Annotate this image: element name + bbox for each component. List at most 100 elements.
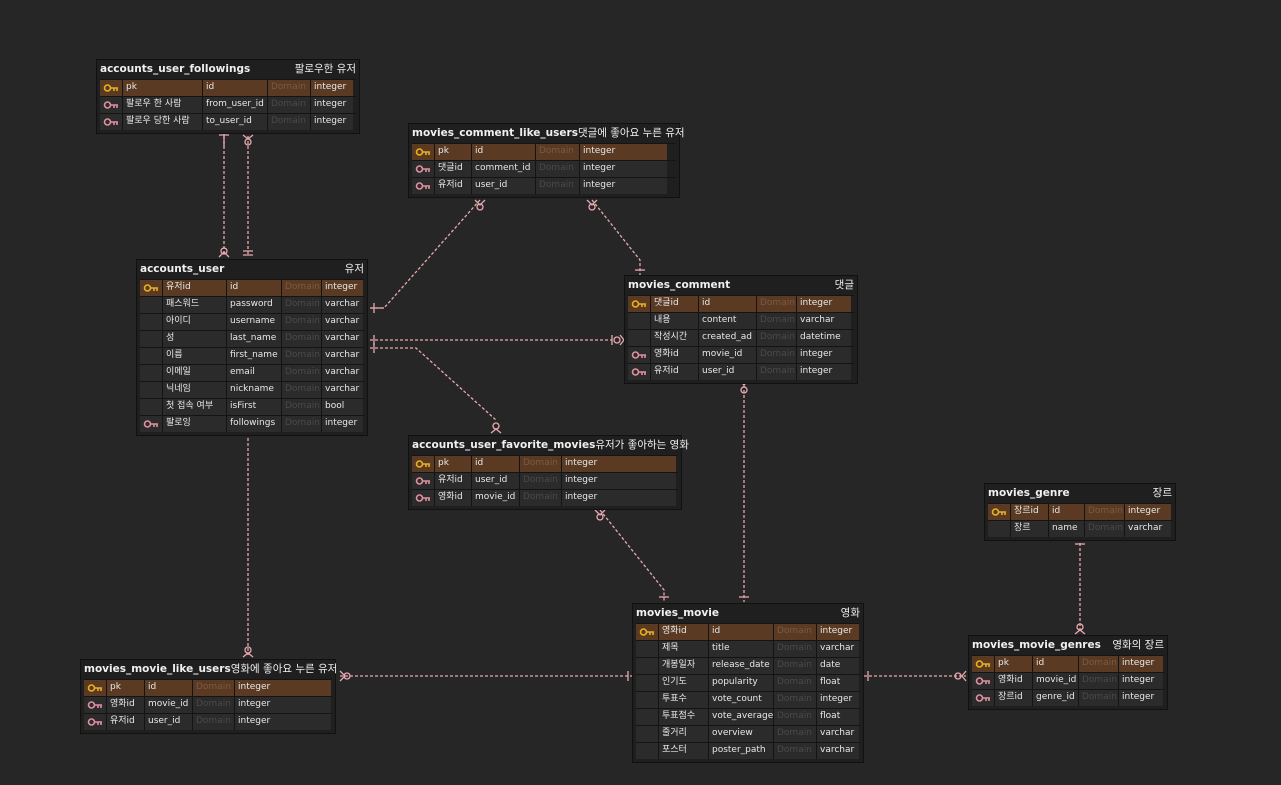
column-row[interactable]: 장르id id Domain integer [988, 503, 1172, 520]
column-row[interactable]: 이메일 email Domain varchar [140, 364, 364, 381]
table-accounts-user-followings[interactable]: accounts_user_followings 팔로우한 유저 pk id Domai… [97, 60, 359, 133]
column-row[interactable]: 영화id movie_id Domain integer [412, 489, 678, 506]
column-physical-name: user_id [471, 178, 535, 194]
column-logical-name: pk [106, 680, 144, 696]
column-row[interactable]: 투표점수 vote_average Domain float [636, 708, 860, 725]
column-row[interactable]: 투표수 vote_count Domain integer [636, 691, 860, 708]
foreign-key-icon [412, 490, 434, 506]
column-domain: Domain [773, 641, 816, 657]
column-row[interactable]: 영화id movie_id Domain integer [972, 672, 1164, 689]
table-header[interactable]: movies_movie_like_users 영화에 좋아요 누른 유저 [81, 660, 337, 677]
column-type: varchar [816, 743, 859, 759]
table-header[interactable]: movies_comment_like_users 댓글에 좋아요 누른 유저 [409, 124, 685, 141]
column-row[interactable]: pk id Domain integer [100, 79, 356, 96]
foreign-key-icon [140, 416, 162, 432]
column-type: integer [579, 178, 667, 194]
column-row[interactable]: 유저id user_id Domain integer [84, 713, 332, 730]
column-row[interactable]: 개봉일자 release_date Domain date [636, 657, 860, 674]
column-list: pk id Domain integer 영화id movie_id Domain integ… [969, 653, 1167, 709]
column-physical-name: id [1032, 656, 1078, 672]
foreign-key-icon [628, 347, 650, 363]
table-header[interactable]: movies_movie 영화 [633, 604, 863, 621]
column-row[interactable]: 아이디 username Domain varchar [140, 313, 364, 330]
column-row[interactable]: pk id Domain integer [412, 455, 678, 472]
column-type: integer [579, 144, 667, 160]
table-movies-movie[interactable]: movies_movie 영화영화id id Domain integer 제목 title… [633, 604, 863, 762]
column-row[interactable]: 영화id id Domain integer [636, 623, 860, 640]
column-row[interactable]: pk id Domain integer [84, 679, 332, 696]
table-accounts-user[interactable]: accounts_user 유저유저id id Domain integer 패스워드 pa… [137, 260, 367, 435]
column-logical-name: pk [122, 80, 202, 96]
table-movies-comment[interactable]: movies_comment 댓글댓글id id Domain integer 내용 con… [625, 276, 857, 383]
column-physical-name: password [226, 297, 281, 313]
column-type: integer [796, 296, 851, 312]
column-logical-name: 닉네임 [162, 382, 226, 398]
column-row[interactable]: 영화id movie_id Domain integer [84, 696, 332, 713]
column-domain: Domain [281, 297, 321, 313]
column-row[interactable]: pk id Domain integer [972, 655, 1164, 672]
table-header[interactable]: movies_movie_genres 영화의 장르 [969, 636, 1167, 653]
column-key-cell [636, 675, 658, 691]
table-movies-movie-like-users[interactable]: movies_movie_like_users 영화에 좋아요 누른 유저 pk id… [81, 660, 337, 733]
column-logical-name: 인기도 [658, 675, 708, 691]
column-logical-name: pk [994, 656, 1032, 672]
primary-key-icon [628, 296, 650, 312]
column-row[interactable]: 팔로우 당한 사람 to_user_id Domain integer [100, 113, 356, 130]
foreign-key-icon [100, 97, 122, 113]
table-movies-comment-like-users[interactable]: movies_comment_like_users 댓글에 좋아요 누른 유저 pk… [409, 124, 685, 197]
table-name: movies_genre [988, 486, 1070, 499]
table-accounts-user-favorite-movies[interactable]: accounts_user_favorite_movies 유저가 좋아하는 영화… [409, 436, 689, 509]
column-row[interactable]: 댓글id id Domain integer [628, 295, 854, 312]
column-domain: Domain [773, 726, 816, 742]
column-row[interactable]: 댓글id comment_id Domain integer [412, 160, 676, 177]
table-header[interactable]: accounts_user 유저 [137, 260, 367, 277]
column-row[interactable]: 닉네임 nickname Domain varchar [140, 381, 364, 398]
column-row[interactable]: 줄거리 overview Domain varchar [636, 725, 860, 742]
column-logical-name: 유저id [434, 473, 471, 489]
column-key-cell [636, 658, 658, 674]
column-row[interactable]: 유저id user_id Domain integer [412, 472, 678, 489]
table-movies-movie-genres[interactable]: movies_movie_genres 영화의 장르 pk id Domain integ… [969, 636, 1167, 709]
column-physical-name: poster_path [708, 743, 773, 759]
primary-key-icon [988, 504, 1010, 520]
column-row[interactable]: pk id Domain integer [412, 143, 676, 160]
column-domain: Domain [281, 331, 321, 347]
column-row[interactable]: 패스워드 password Domain varchar [140, 296, 364, 313]
column-row[interactable]: 제목 title Domain varchar [636, 640, 860, 657]
column-physical-name: id [202, 80, 267, 96]
column-physical-name: from_user_id [202, 97, 267, 113]
column-physical-name: first_name [226, 348, 281, 364]
column-key-cell [140, 365, 162, 381]
column-row[interactable]: 팔로잉 followings Domain integer [140, 415, 364, 432]
column-row[interactable]: 유저id id Domain integer [140, 279, 364, 296]
column-type: integer [1118, 673, 1163, 689]
column-physical-name: vote_average [708, 709, 773, 725]
column-row[interactable]: 작성시간 created_ad Domain datetime [628, 329, 854, 346]
column-row[interactable]: 유저id user_id Domain integer [628, 363, 854, 380]
column-logical-name: 장르 [1010, 521, 1048, 537]
column-row[interactable]: 첫 접속 여부 isFirst Domain bool [140, 398, 364, 415]
column-row[interactable]: 내용 content Domain varchar [628, 312, 854, 329]
column-row[interactable]: 영화id movie_id Domain integer [628, 346, 854, 363]
table-header[interactable]: movies_genre 장르 [985, 484, 1175, 501]
table-label: 팔로우한 유저 [294, 63, 356, 75]
foreign-key-icon [100, 114, 122, 130]
column-row[interactable]: 팔로우 한 사람 from_user_id Domain integer [100, 96, 356, 113]
column-key-cell [140, 348, 162, 364]
table-name: accounts_user_favorite_movies [412, 438, 596, 451]
table-header[interactable]: movies_comment 댓글 [625, 276, 857, 293]
table-movies-genre[interactable]: movies_genre 장르 장르id id Domain integer 장르 name D… [985, 484, 1175, 540]
column-domain: Domain [756, 364, 796, 380]
column-row[interactable]: 장르 name Domain varchar [988, 520, 1172, 537]
column-logical-name: 팔로우 당한 사람 [122, 114, 202, 130]
table-header[interactable]: accounts_user_followings 팔로우한 유저 [97, 60, 359, 77]
column-row[interactable]: 성 last_name Domain varchar [140, 330, 364, 347]
column-logical-name: 성 [162, 331, 226, 347]
column-row[interactable]: 이름 first_name Domain varchar [140, 347, 364, 364]
column-physical-name: movie_id [144, 697, 192, 713]
table-header[interactable]: accounts_user_favorite_movies 유저가 좋아하는 영화 [409, 436, 689, 453]
column-row[interactable]: 장르id genre_id Domain integer [972, 689, 1164, 706]
column-row[interactable]: 인기도 popularity Domain float [636, 674, 860, 691]
column-row[interactable]: 유저id user_id Domain integer [412, 177, 676, 194]
column-row[interactable]: 포스터 poster_path Domain varchar [636, 742, 860, 759]
